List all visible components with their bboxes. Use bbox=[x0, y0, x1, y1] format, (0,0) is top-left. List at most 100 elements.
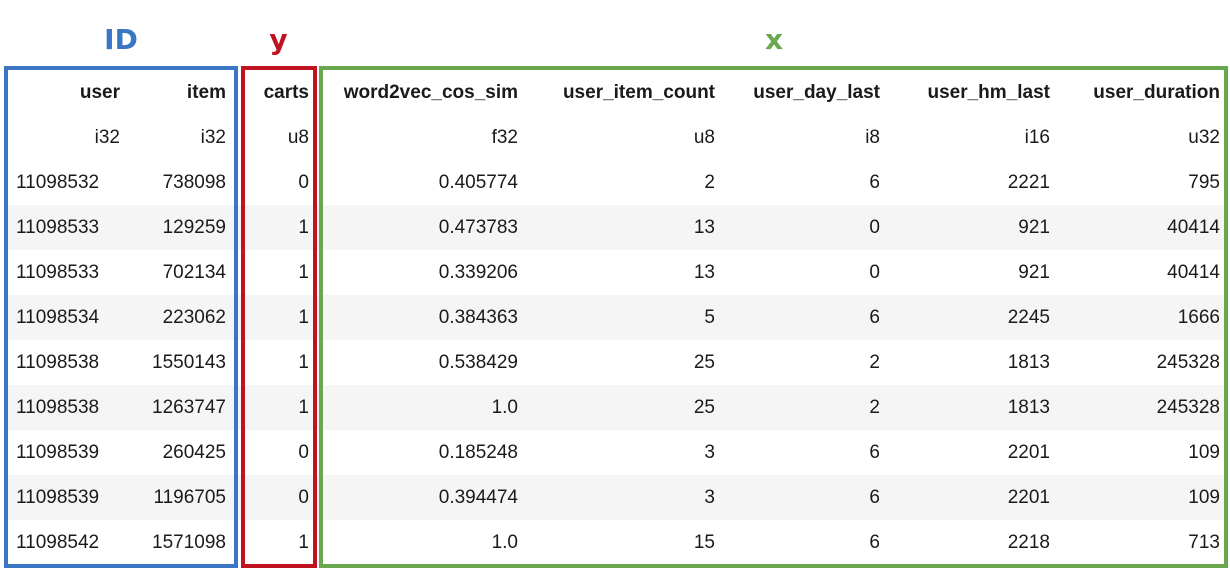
table-cell: 1666 bbox=[1058, 295, 1228, 340]
table-cell: 40414 bbox=[1058, 205, 1228, 250]
table-cell: 1550143 bbox=[152, 351, 226, 373]
table-cell: 702134 bbox=[162, 261, 226, 283]
dtype-cell: u8 bbox=[693, 126, 715, 148]
column-header: user_item_count bbox=[562, 81, 715, 103]
table-cell: 3 bbox=[704, 441, 715, 463]
table-cell: 1571098 bbox=[152, 531, 226, 553]
table-cell: 2201 bbox=[1007, 441, 1050, 463]
table-cell: 245328 bbox=[1156, 351, 1220, 373]
table-cell: 795 bbox=[1188, 171, 1220, 193]
dtype-cell: f32 bbox=[491, 126, 518, 148]
table-cell: 921 bbox=[1018, 261, 1050, 283]
table-cell: 0.384363 bbox=[317, 295, 526, 340]
table-cell: 1263747 bbox=[128, 385, 234, 430]
table-cell: 1 bbox=[298, 261, 309, 283]
table-cell: 6 bbox=[723, 295, 888, 340]
dtype-cell: i8 bbox=[865, 126, 880, 148]
table-cell: 1.0 bbox=[491, 531, 518, 553]
table-cell: 0.473783 bbox=[317, 205, 526, 250]
table-cell: 0 bbox=[869, 261, 880, 283]
table-cell: 1 bbox=[298, 531, 309, 553]
table-cell: 0.538429 bbox=[438, 351, 518, 373]
dtype-cell: i16 bbox=[1024, 126, 1050, 148]
target-group-label: y bbox=[269, 23, 288, 56]
table-cell: 11098539 bbox=[16, 441, 100, 463]
table-cell: 3 bbox=[526, 475, 723, 520]
table-cell: 11098539 bbox=[6, 475, 128, 520]
table-cell: 1 bbox=[234, 385, 317, 430]
table-cell: 15 bbox=[693, 531, 715, 553]
table-cell: 2 bbox=[723, 385, 888, 430]
dataframe-table: user item carts word2vec_cos_sim user_it… bbox=[6, 70, 1228, 565]
table-cell: 11098533 bbox=[16, 261, 100, 283]
table-cell: 1813 bbox=[888, 385, 1058, 430]
table-cell: 109 bbox=[1058, 475, 1228, 520]
table-cell: 1 bbox=[234, 295, 317, 340]
table-cell: 0 bbox=[723, 205, 888, 250]
table-row: 11098538 1263747 1 1.0 25 2 1813 245328 bbox=[6, 385, 1228, 430]
features-group-label: x bbox=[764, 23, 784, 56]
table-cell: 11098542 bbox=[16, 531, 100, 553]
table-cell: 25 bbox=[693, 351, 715, 373]
dtype-cell: i32 bbox=[94, 126, 120, 148]
table-cell: 1 bbox=[234, 205, 317, 250]
table-cell: 1 bbox=[298, 351, 309, 373]
header-row: user item carts word2vec_cos_sim user_it… bbox=[6, 70, 1228, 115]
dtype-row: i32 i32 u8 f32 u8 i8 i16 u32 bbox=[6, 115, 1228, 160]
table-cell: 13 bbox=[526, 205, 723, 250]
table-cell: 0.185248 bbox=[438, 441, 518, 463]
table-cell: 1813 bbox=[1007, 351, 1050, 373]
dtype-cell: i32 bbox=[200, 126, 226, 148]
table-cell: 6 bbox=[869, 531, 880, 553]
table-cell: 6 bbox=[869, 441, 880, 463]
table-row: 11098533 129259 1 0.473783 13 0 921 40414 bbox=[6, 205, 1228, 250]
table-row: 11098542 1571098 1 1.0 15 6 2218 713 bbox=[6, 520, 1228, 565]
table-cell: 0 bbox=[298, 171, 309, 193]
column-header: user_hm_last bbox=[927, 81, 1050, 103]
table-cell: 0 bbox=[298, 441, 309, 463]
table-cell: 2245 bbox=[888, 295, 1058, 340]
column-header: user_duration bbox=[1093, 81, 1220, 103]
table-cell: 11098538 bbox=[16, 351, 100, 373]
table-row: 11098534 223062 1 0.384363 5 6 2245 1666 bbox=[6, 295, 1228, 340]
table-cell: 0 bbox=[234, 475, 317, 520]
table-cell: 109 bbox=[1188, 441, 1220, 463]
table-cell: 11098538 bbox=[6, 385, 128, 430]
table-row: 11098538 1550143 1 0.538429 25 2 1813 245328 bbox=[6, 340, 1228, 385]
dtype-cell: u8 bbox=[287, 126, 309, 148]
table-cell: 245328 bbox=[1058, 385, 1228, 430]
table-cell: 129259 bbox=[128, 205, 234, 250]
table-row: 11098539 260425 0 0.185248 3 6 2201 109 bbox=[6, 430, 1228, 475]
table-row: 11098533 702134 1 0.339206 13 0 921 40414 bbox=[6, 250, 1228, 295]
table-cell: 11098534 bbox=[6, 295, 128, 340]
table-cell: 6 bbox=[869, 171, 880, 193]
id-group-label: ID bbox=[104, 23, 138, 56]
table-cell: 0.394474 bbox=[317, 475, 526, 520]
table-cell: 738098 bbox=[162, 171, 226, 193]
dtype-cell: u32 bbox=[1188, 126, 1220, 148]
table-cell: 1196705 bbox=[128, 475, 234, 520]
column-header: item bbox=[186, 81, 226, 103]
table-cell: 2 bbox=[869, 351, 880, 373]
table-cell: 5 bbox=[526, 295, 723, 340]
table-cell: 2201 bbox=[888, 475, 1058, 520]
table-cell: 6 bbox=[723, 475, 888, 520]
table-cell: 2 bbox=[704, 171, 715, 193]
table-cell: 921 bbox=[888, 205, 1058, 250]
table-cell: 40414 bbox=[1167, 261, 1220, 283]
table-cell: 0.339206 bbox=[438, 261, 518, 283]
table-cell: 713 bbox=[1188, 531, 1220, 553]
column-header: word2vec_cos_sim bbox=[343, 81, 518, 103]
table-row: 11098539 1196705 0 0.394474 3 6 2201 109 bbox=[6, 475, 1228, 520]
table-cell: 2221 bbox=[1007, 171, 1050, 193]
table-cell: 1.0 bbox=[317, 385, 526, 430]
table-cell: 2218 bbox=[1007, 531, 1050, 553]
table-cell: 260425 bbox=[162, 441, 226, 463]
table-cell: 11098532 bbox=[16, 171, 100, 193]
column-header: user bbox=[79, 81, 120, 103]
column-header: user_day_last bbox=[753, 81, 880, 103]
table-cell: 11098533 bbox=[6, 205, 128, 250]
table-row: 11098532 738098 0 0.405774 2 6 2221 795 bbox=[6, 160, 1228, 205]
table-cell: 223062 bbox=[128, 295, 234, 340]
column-header: carts bbox=[263, 81, 309, 103]
